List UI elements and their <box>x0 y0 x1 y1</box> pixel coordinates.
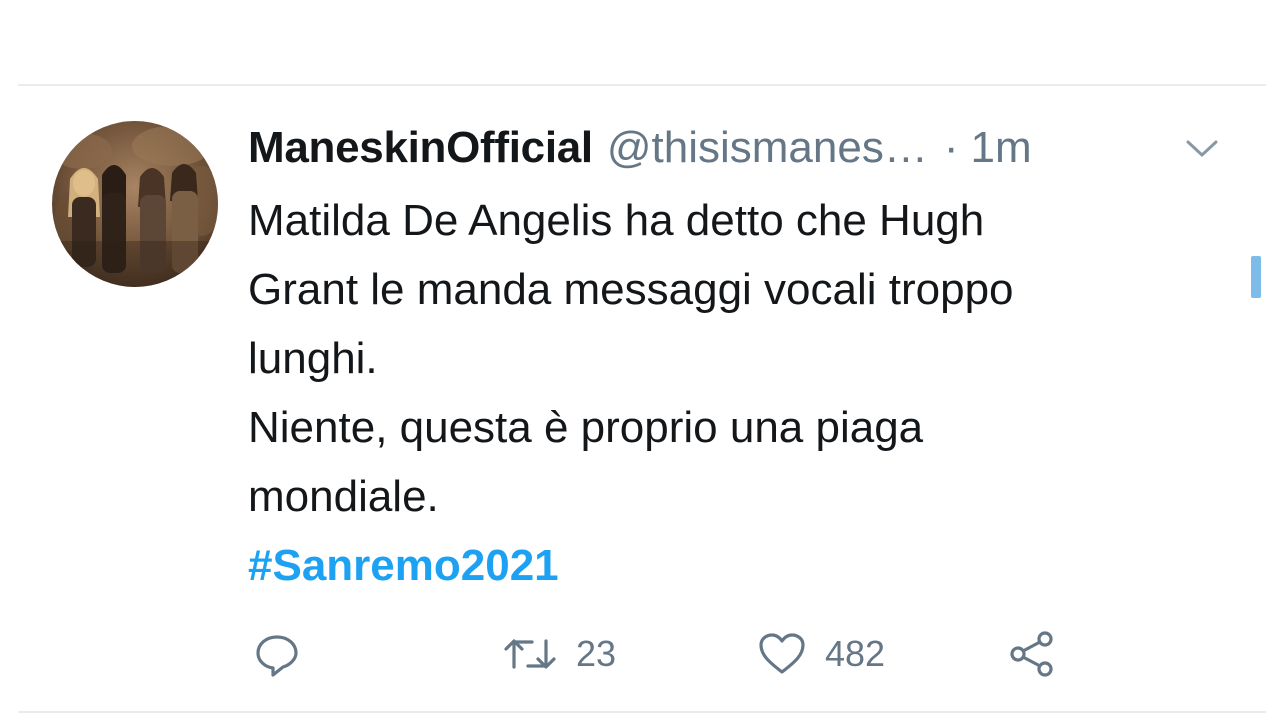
tweet-header: ManeskinOfficial @thisismanes… · 1m <box>248 120 1238 176</box>
tweet-actions: 23 482 <box>0 626 1280 682</box>
tweet-text-line: Grant le manda messaggi vocali troppo <box>248 265 1014 314</box>
display-name[interactable]: ManeskinOfficial <box>248 123 593 173</box>
like-count: 482 <box>825 633 886 674</box>
timestamp[interactable]: 1m <box>971 123 1032 173</box>
avatar-image <box>52 121 218 287</box>
tweet-text-line: lunghi. <box>248 334 378 383</box>
tweet-text-line: Niente, questa è proprio una piaga <box>248 403 924 452</box>
retweet-icon <box>504 639 556 669</box>
top-divider <box>18 84 1266 86</box>
separator-dot: · <box>943 123 959 172</box>
bottom-divider <box>18 711 1266 713</box>
scrollbar-thumb[interactable] <box>1251 256 1261 298</box>
tweet-text: Matilda De Angelis ha detto che Hugh Gra… <box>248 186 1208 600</box>
retweet-count: 23 <box>576 633 617 674</box>
avatar[interactable] <box>52 121 218 287</box>
retweet-button[interactable]: 23 <box>502 626 616 682</box>
heart-icon <box>759 633 805 674</box>
share-icon <box>1010 631 1053 677</box>
user-handle[interactable]: @thisismanes… <box>607 123 928 173</box>
chevron-down-icon[interactable] <box>1180 128 1224 168</box>
reply-icon <box>256 635 298 677</box>
tweet-screen: ManeskinOfficial @thisismanes… · 1m Mati… <box>0 0 1280 720</box>
tweet-text-line: Matilda De Angelis ha detto che Hugh <box>248 196 985 245</box>
share-button[interactable] <box>1007 626 1057 682</box>
tweet-text-line: mondiale. <box>248 472 439 521</box>
like-button[interactable]: 482 <box>757 626 885 682</box>
hashtag-link[interactable]: #Sanremo2021 <box>248 531 1208 600</box>
reply-button[interactable] <box>252 626 302 682</box>
